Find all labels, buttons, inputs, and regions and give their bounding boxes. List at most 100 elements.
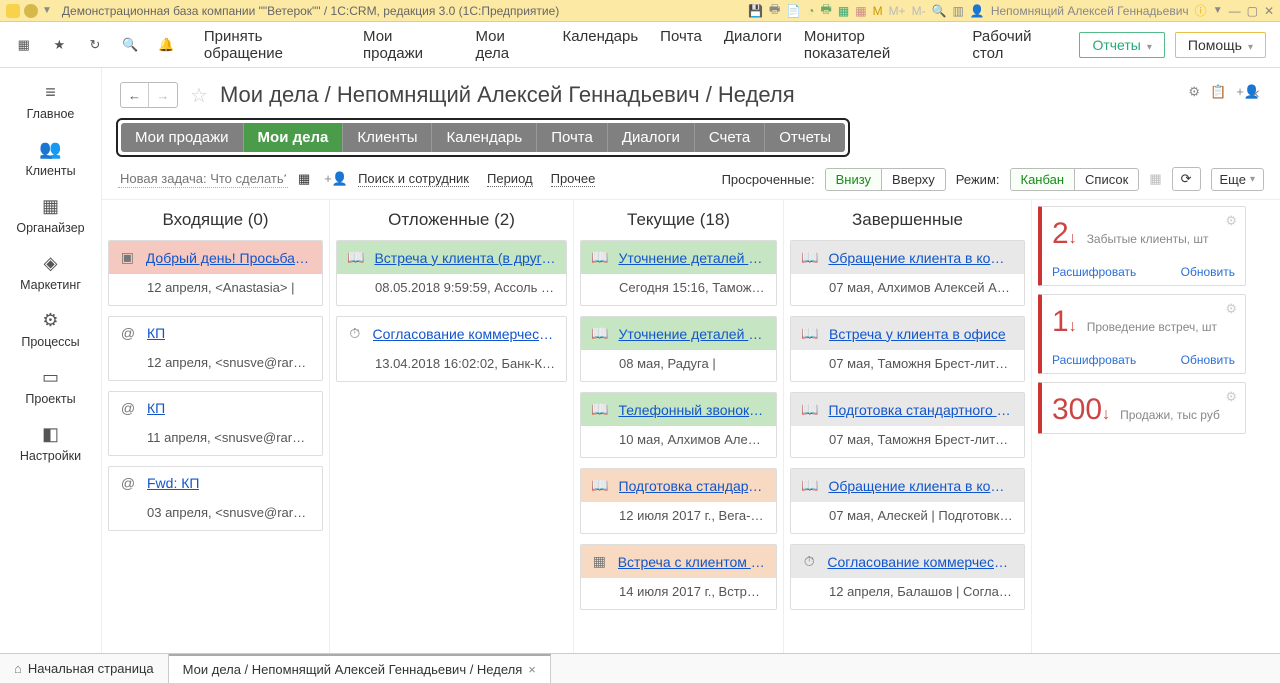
dropdown-caret-icon[interactable]: ▼	[42, 5, 52, 16]
more-button[interactable]: Еще▾	[1211, 168, 1264, 191]
clipboard-icon[interactable]: 📋	[1210, 84, 1226, 100]
tab-dialogs[interactable]: Диалоги	[608, 123, 695, 152]
task-link[interactable]: Уточнение деталей у кли	[618, 326, 766, 342]
gear-icon[interactable]: ⚙	[1225, 213, 1237, 229]
kpi-refresh-link[interactable]: Обновить	[1181, 353, 1235, 367]
help-button[interactable]: Помощь▾	[1175, 32, 1266, 58]
add-person-icon[interactable]: +👤	[324, 171, 348, 187]
task-link[interactable]: Подготовка стандартного пред	[828, 402, 1014, 418]
task-link[interactable]: Уточнение деталей у кли	[618, 250, 766, 266]
caret-icon[interactable]: ▼	[1213, 5, 1223, 16]
tab-my-tasks[interactable]: Мои дела	[244, 123, 344, 152]
calendar1-icon[interactable]: ▦	[838, 4, 849, 18]
tab-invoices[interactable]: Счета	[695, 123, 765, 152]
reports-button[interactable]: Отчеты▾	[1079, 32, 1164, 58]
kpi-card[interactable]: ⚙ 2↓Забытые клиенты, шт РасшифроватьОбно…	[1038, 206, 1246, 286]
menu-desktop[interactable]: Рабочий стол	[972, 28, 1063, 62]
task-card[interactable]: @КП11 апреля, <snusve@rarus.ru	[108, 391, 323, 456]
task-card[interactable]: ⏱Согласование коммерческого пр13.04.2018…	[336, 316, 567, 382]
star-icon[interactable]: ★	[50, 35, 70, 55]
task-link[interactable]: Встреча с клиентом в на	[618, 554, 766, 570]
save-icon[interactable]: 💾	[748, 4, 763, 18]
sidebar-item-marketing[interactable]: ◈Маркетинг	[0, 243, 101, 300]
bell-icon[interactable]: 🔔	[156, 35, 176, 55]
task-link[interactable]: КП	[147, 325, 165, 341]
footer-home-tab[interactable]: ⌂Начальная страница	[0, 654, 169, 683]
gear-icon[interactable]: ⚙	[1188, 84, 1200, 100]
overdue-bottom-button[interactable]: Внизу	[826, 169, 882, 190]
zoom-icon[interactable]: 🔍	[932, 4, 947, 18]
history-icon[interactable]: ↻	[85, 35, 105, 55]
task-card[interactable]: 📖Уточнение деталей у кли08 мая, Радуга |	[580, 316, 777, 382]
task-card[interactable]: @КП12 апреля, <snusve@rarus.ru	[108, 316, 323, 381]
task-card[interactable]: 📖Обращение клиента в компани07 мая, Алхи…	[790, 240, 1025, 306]
task-card[interactable]: 📖Уточнение деталей у клиСегодня 15:16, Т…	[580, 240, 777, 306]
kpi-card[interactable]: ⚙ 1↓Проведение встреч, шт РасшифроватьОб…	[1038, 294, 1246, 374]
m-plus-icon[interactable]: M+	[889, 4, 906, 18]
new-task-input[interactable]	[118, 170, 288, 188]
info-icon[interactable]: ⓘ	[1195, 2, 1207, 19]
gear-icon[interactable]: ⚙	[1225, 389, 1237, 405]
tab-my-sales[interactable]: Мои продажи	[121, 123, 244, 152]
menu-dialogs[interactable]: Диалоги	[724, 28, 782, 62]
search-employee-link[interactable]: Поиск и сотрудник	[358, 171, 469, 187]
m-minus-icon[interactable]: M-	[912, 4, 926, 18]
kpi-card[interactable]: ⚙ 300↓Продажи, тыс руб	[1038, 382, 1246, 434]
tab-clients[interactable]: Клиенты	[343, 123, 432, 152]
gear-icon[interactable]: ⚙	[1225, 301, 1237, 317]
task-link[interactable]: Fwd: КП	[147, 475, 199, 491]
print-icon[interactable]: 🖶	[769, 0, 780, 21]
other-link[interactable]: Прочее	[551, 171, 596, 187]
menu-accept-request[interactable]: Принять обращение	[204, 28, 341, 62]
close-icon[interactable]: ✕	[1264, 4, 1274, 18]
task-link[interactable]: Подготовка стандартно	[619, 478, 767, 494]
sidebar-item-clients[interactable]: 👥Клиенты	[0, 129, 101, 186]
close-tab-icon[interactable]: ×	[528, 662, 536, 677]
kpi-detail-link[interactable]: Расшифровать	[1052, 353, 1136, 367]
task-card[interactable]: 📖Встреча у клиента в офисе07 мая, Таможн…	[790, 316, 1025, 382]
maximize-icon[interactable]: ▢	[1247, 4, 1258, 18]
refresh-button[interactable]: ⟳	[1172, 167, 1201, 191]
search-icon[interactable]: 🔍	[121, 35, 141, 55]
task-link[interactable]: Встреча у клиента (в другом горо	[374, 250, 556, 266]
footer-current-tab[interactable]: Мои дела / Непомнящий Алексей Геннадьеви…	[169, 654, 551, 683]
mode-kanban-button[interactable]: Канбан	[1011, 169, 1076, 190]
grid-icon[interactable]: ▦	[1149, 171, 1161, 187]
task-link[interactable]: Согласование коммерческого пр	[373, 326, 556, 342]
minimize-icon[interactable]: —	[1229, 4, 1241, 18]
add-user-icon[interactable]: +👤	[1236, 84, 1260, 100]
menu-monitor[interactable]: Монитор показателей	[804, 28, 951, 62]
task-card[interactable]: ▣Добрый день! Просьба пом12 апреля, <Ana…	[108, 240, 323, 306]
nav-forward-button[interactable]: →	[149, 83, 177, 107]
mode-list-button[interactable]: Список	[1075, 169, 1138, 190]
period-link[interactable]: Период	[487, 171, 533, 187]
task-card[interactable]: 📖Подготовка стандартно12 июля 2017 г., В…	[580, 468, 777, 534]
menu-my-tasks[interactable]: Мои дела	[475, 28, 540, 62]
kpi-detail-link[interactable]: Расшифровать	[1052, 265, 1136, 279]
task-card[interactable]: ⏱Согласование коммерческого п12 апреля, …	[790, 544, 1025, 610]
task-link[interactable]: Телефонный звонок кли	[618, 402, 766, 418]
task-link[interactable]: Встреча у клиента в офисе	[829, 326, 1006, 342]
task-link[interactable]: Обращение клиента в компани	[828, 250, 1014, 266]
doc-icon[interactable]: 📄	[786, 4, 801, 18]
task-card[interactable]: 📖Обращение клиента в компани07 мая, Алес…	[790, 468, 1025, 534]
sidebar-item-projects[interactable]: ▭Проекты	[0, 357, 101, 414]
task-link[interactable]: Добрый день! Просьба пом	[146, 250, 312, 266]
sidebar-item-main[interactable]: ≡Главное	[0, 72, 101, 129]
task-link[interactable]: Согласование коммерческого п	[827, 554, 1014, 570]
task-card[interactable]: ▦Встреча с клиентом в на14 июля 2017 г.,…	[580, 544, 777, 610]
nav-back-button[interactable]: ←	[121, 83, 149, 107]
calendar2-icon[interactable]: ▦	[855, 4, 866, 18]
task-card[interactable]: 📖Встреча у клиента (в другом горо08.05.2…	[336, 240, 567, 306]
task-card[interactable]: 📖Телефонный звонок кли10 мая, Алхимов Ал…	[580, 392, 777, 458]
sidebar-item-settings[interactable]: ◧Настройки	[0, 414, 101, 471]
tab-calendar[interactable]: Календарь	[432, 123, 537, 152]
calendar-pick-icon[interactable]: ▦	[298, 171, 310, 187]
task-link[interactable]: Обращение клиента в компани	[828, 478, 1014, 494]
m-icon[interactable]: M	[873, 4, 883, 18]
tool2-icon[interactable]: 🖶	[821, 0, 832, 21]
menu-my-sales[interactable]: Мои продажи	[363, 28, 453, 62]
menu-calendar[interactable]: Календарь	[562, 28, 638, 62]
sidebar-item-processes[interactable]: ⚙Процессы	[0, 300, 101, 357]
task-card[interactable]: 📖Подготовка стандартного пред07 мая, Там…	[790, 392, 1025, 458]
